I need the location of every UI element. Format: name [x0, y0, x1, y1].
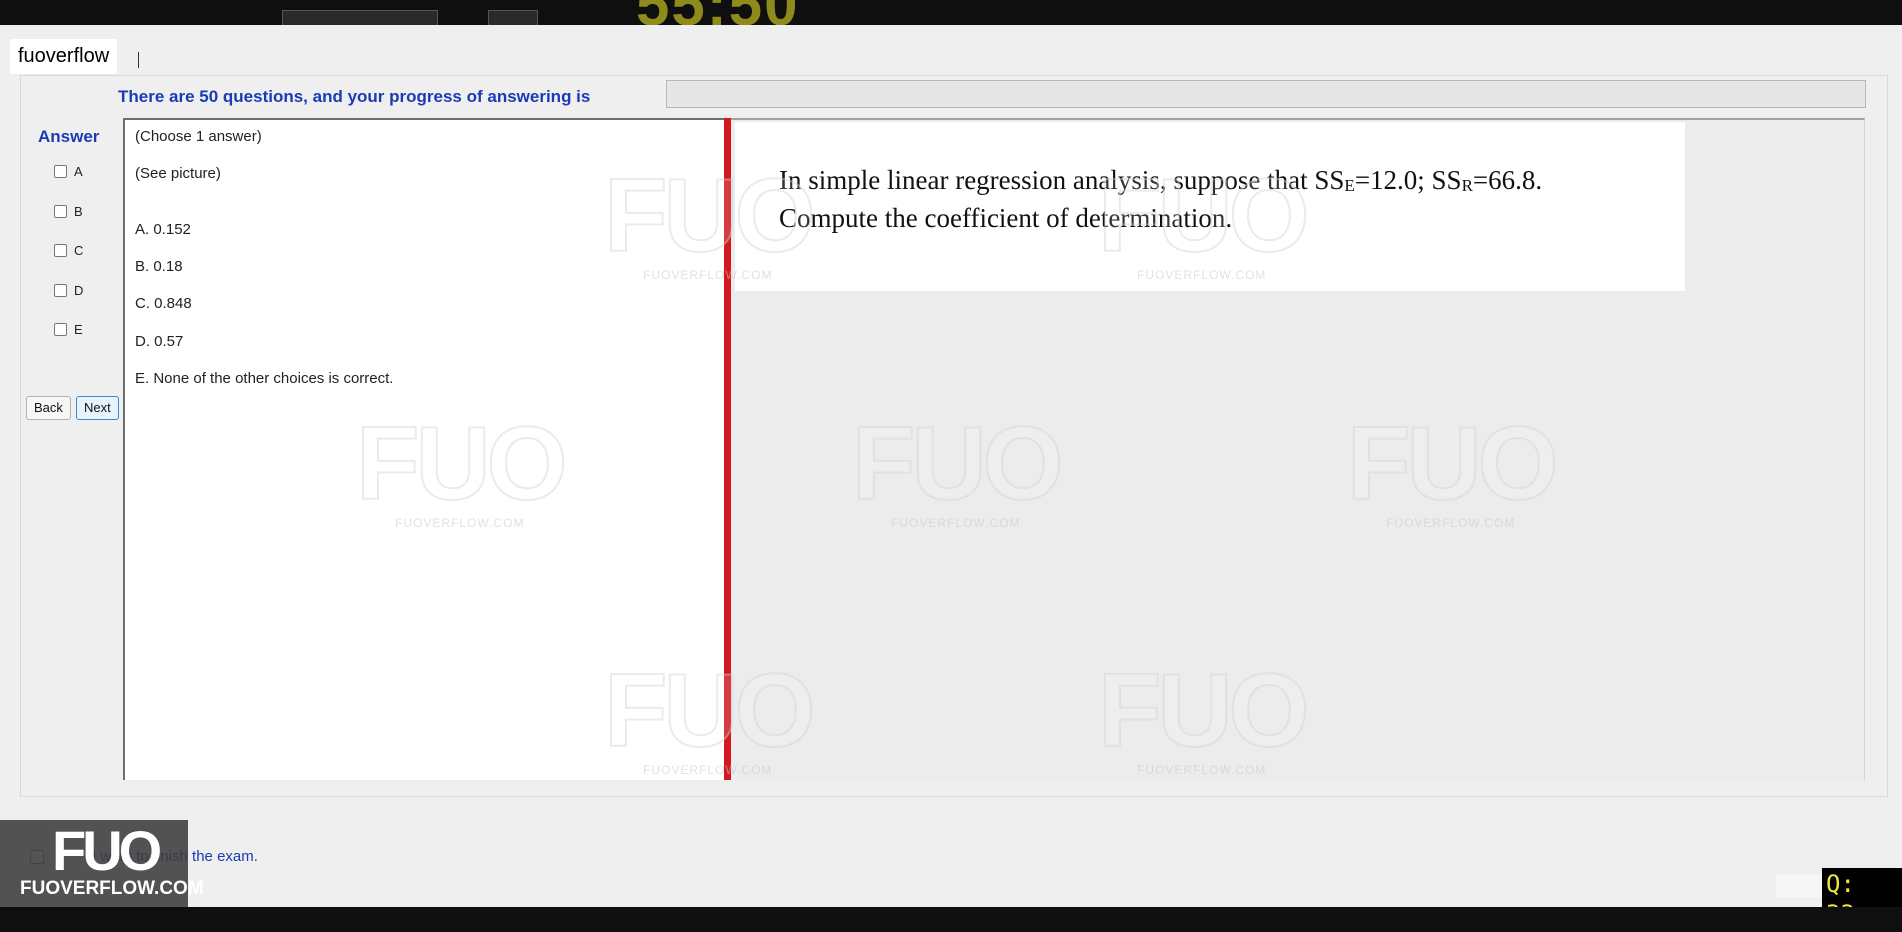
brand-tab: fuoverflow	[10, 39, 118, 74]
picture-sub-r: R	[1461, 176, 1473, 195]
answer-option-b[interactable]: B	[54, 202, 83, 220]
answer-option-c[interactable]: C	[54, 241, 83, 259]
logo-mark: FUO	[52, 819, 162, 882]
progress-bar	[666, 80, 1866, 108]
toolbar-field-small	[488, 10, 538, 25]
answer-option-d[interactable]: D	[54, 281, 83, 299]
question-picture-text: In simple linear regression analysis, su…	[779, 164, 1542, 235]
checkbox-b[interactable]	[54, 204, 67, 218]
exam-window: fuoverflow There are 50 questions, and y…	[0, 25, 1902, 907]
picture-line1-suffix: =66.8.	[1472, 165, 1543, 195]
checkbox-e[interactable]	[54, 322, 67, 336]
answer-option-label: A	[74, 163, 83, 179]
text-cursor	[138, 52, 139, 68]
answer-option-a[interactable]: A	[54, 162, 83, 180]
answer-title: Answer	[38, 127, 100, 146]
choice-d: D. 0.57	[135, 333, 184, 350]
question-picture: In simple linear regression analysis, su…	[735, 122, 1685, 291]
answer-option-label: D	[74, 282, 84, 298]
checkbox-c[interactable]	[54, 243, 67, 257]
top-bar: 55:50	[0, 0, 1902, 25]
exam-timer: 55:50	[636, 0, 799, 25]
toolbar-field	[282, 10, 438, 25]
question-panel: (Choose 1 answer) (See picture) A. 0.152…	[123, 118, 728, 780]
back-button[interactable]: Back	[26, 396, 71, 420]
choice-b: B. 0.18	[135, 258, 183, 275]
picture-sub-e: E	[1344, 176, 1355, 195]
progress-label: There are 50 questions, and your progres…	[118, 87, 591, 106]
panel-splitter[interactable]	[724, 118, 731, 780]
picture-line1-prefix: In simple linear regression analysis, su…	[779, 165, 1345, 195]
badge-ghost	[1776, 875, 1822, 897]
checkbox-d[interactable]	[54, 283, 67, 297]
picture-line1-mid: =12.0; SS	[1354, 165, 1462, 195]
bottom-bar	[0, 907, 1902, 932]
choice-c: C. 0.848	[135, 295, 192, 312]
question-instruction: (Choose 1 answer)	[135, 128, 262, 145]
answer-option-label: E	[74, 321, 83, 337]
picture-line2: Compute the coefficient of determination…	[779, 203, 1233, 233]
choice-a: A. 0.152	[135, 221, 191, 238]
answer-option-e[interactable]: E	[54, 320, 83, 338]
choice-e: E. None of the other choices is correct.	[135, 370, 394, 387]
next-button[interactable]: Next	[76, 396, 119, 420]
answer-option-label: B	[74, 203, 83, 219]
answer-option-label: C	[74, 242, 84, 258]
question-number-badge: Q: 33	[1822, 868, 1902, 907]
checkbox-a[interactable]	[54, 164, 67, 178]
logo-site: FUOVERFLOW.COM	[20, 878, 204, 899]
fuoverflow-logo: FUO FUOVERFLOW.COM	[0, 819, 204, 907]
question-see-picture: (See picture)	[135, 165, 221, 182]
